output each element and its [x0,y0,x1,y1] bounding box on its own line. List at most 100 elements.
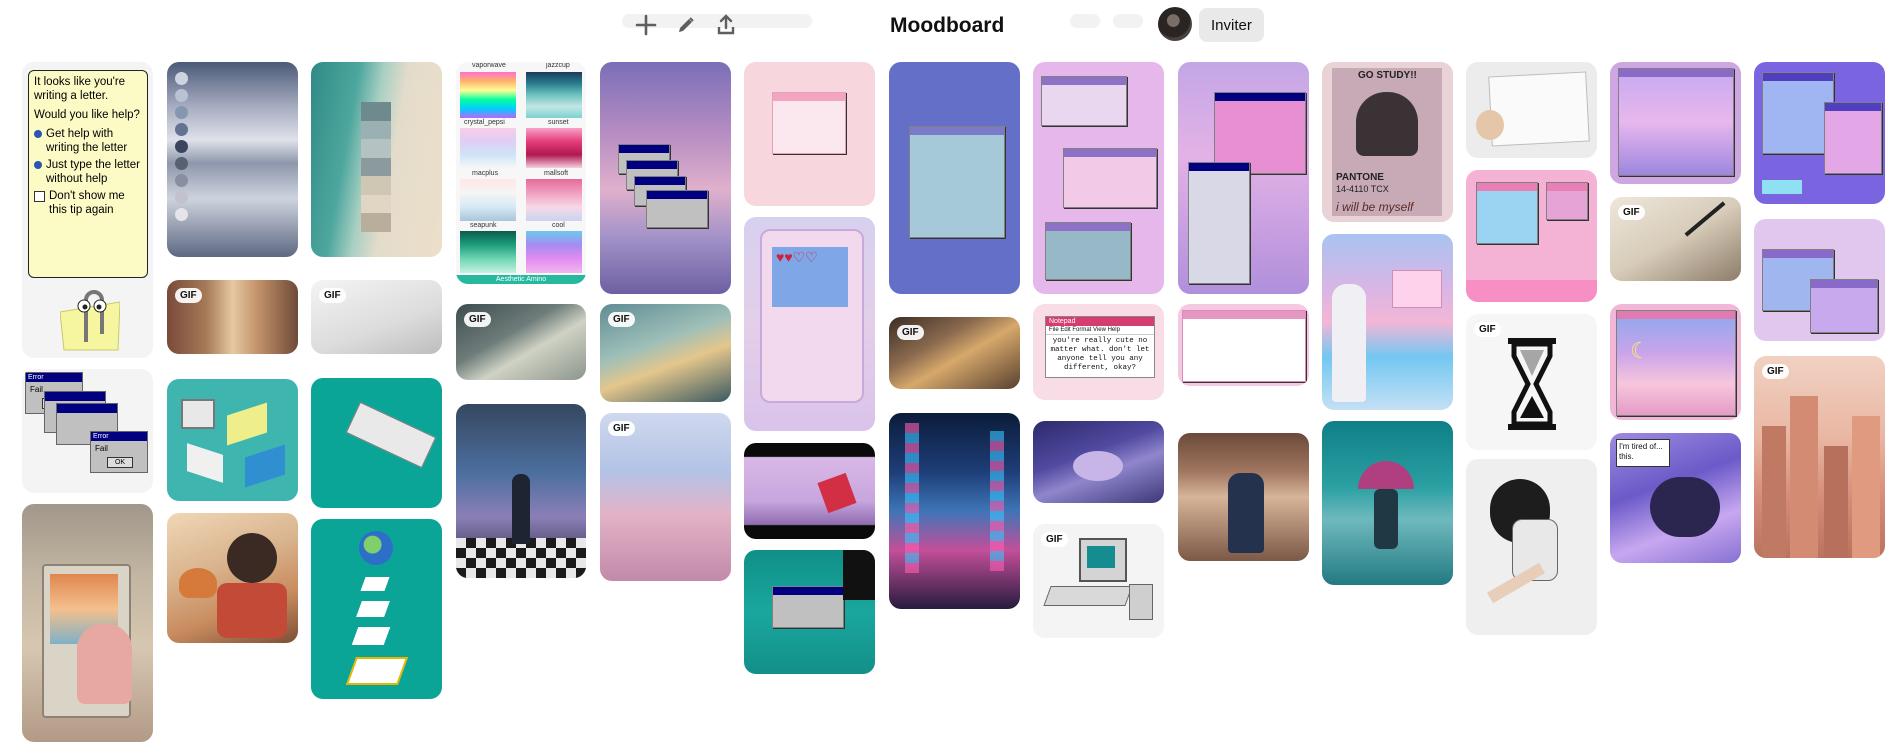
pin-pool-girl[interactable] [1322,234,1453,410]
pin-lofi-girl[interactable] [167,513,298,643]
umbrella-illustration [1358,461,1414,489]
pin-gif-retro-computer[interactable]: GIF [1033,524,1164,638]
hand-illustration [1476,110,1504,140]
pin-library-boy[interactable] [1178,433,1309,561]
computer-illustration [181,399,215,429]
pin-gif-reading-girl[interactable]: GIF [167,280,298,354]
figure [1650,477,1720,537]
pin-vending-machine[interactable] [22,504,153,742]
building [1790,396,1818,558]
pin-gif-city-sunset[interactable]: GIF [1754,356,1885,558]
board-title: Moodboard [890,14,1005,37]
pantone-caption: i will be myself [1336,200,1414,214]
bullet-icon [34,161,42,169]
invite-button[interactable]: Inviter [1199,8,1264,42]
pin-sunset-window[interactable]: GIF [1610,62,1741,184]
pin-sakura-windows[interactable] [1033,62,1164,294]
pantone-brand: PANTONE [1336,172,1384,183]
pin-gif-sleeping-desk[interactable]: GIF [600,304,731,402]
building [1762,426,1786,558]
building [1852,416,1880,558]
checkered-floor [456,538,586,578]
clippy-option: Get help with writing the letter [46,128,128,154]
retro-window [1824,102,1882,174]
avatar[interactable] [1158,7,1192,41]
pin-glitch-desktop[interactable] [744,550,875,674]
retro-window [909,126,1005,238]
palette-label: cool [552,222,565,229]
gif-badge: GIF [897,325,924,340]
gif-badge: GIF [608,312,635,327]
pin-pink-desktop-girl[interactable] [1466,170,1597,302]
pin-color-palettes[interactable]: vaporwave jazzcup crystal_pepsi sunset m… [456,62,586,284]
palette-label: seapunk [470,222,497,229]
pin-gif-writing[interactable]: GIF [311,280,442,354]
pin-clippy[interactable]: It looks like you're writing a letter. W… [22,62,153,358]
pin-start-button[interactable] [311,378,442,508]
retro-window [1618,68,1734,176]
clippy-speech-bubble: It looks like you're writing a letter. W… [28,70,148,278]
pin-tired-comic[interactable]: I'm tired of... this. [1610,433,1741,563]
pin-moon-clouds[interactable]: ☾ [1610,304,1741,420]
start-menu [1188,162,1250,284]
hourglass-icon [1508,338,1556,430]
pencil-icon[interactable] [671,10,701,40]
document-icon [360,577,390,591]
pin-globe-documents[interactable] [311,519,442,699]
pin-gif-laundry-alley[interactable]: GIF [600,413,731,581]
bookmark-illustration [817,472,857,514]
add-icon[interactable] [631,10,661,40]
pin-window-collage[interactable] [1754,219,1885,341]
pin-writing-letter[interactable] [1466,62,1597,158]
keyboard-illustration [1043,586,1133,606]
pin-retro-editor[interactable] [1178,304,1309,386]
notepad-menu: File Edit Format View Help [1046,326,1154,335]
pin-isometric-office[interactable] [167,379,298,501]
pin-anime-girl-sketch[interactable] [1466,459,1597,635]
pin-pink-window[interactable] [744,62,875,206]
pin-book-closeup[interactable] [744,443,875,539]
pin-sky-reflection[interactable] [167,62,298,257]
retro-window [1810,279,1878,333]
palette-swatch [526,231,582,273]
retro-window [1392,270,1442,308]
neon-signs [905,423,919,573]
pin-gif-desk-book[interactable]: GIF [456,304,586,380]
pin-rainy-window[interactable] [1033,421,1164,503]
pin-rain-umbrella[interactable] [1322,421,1453,585]
pin-statue-desktop[interactable] [1178,62,1309,294]
faded-tool-icon [1070,14,1100,28]
building [1824,446,1848,558]
retro-window [646,190,708,228]
pin-gif-hourglass[interactable]: GIF [1466,314,1597,450]
palette-swatch [460,72,516,118]
taskbar [1466,280,1597,302]
figure-head [227,533,277,583]
pin-gif-pen-writing[interactable]: GIF [1610,197,1741,281]
pin-aquarium-hallway[interactable] [456,404,586,578]
document-icon [351,627,391,645]
palette-label: crystal_pepsi [464,119,505,126]
pin-beach-palette[interactable] [311,62,442,257]
palette-label: jazzcup [546,62,570,69]
pantone-heading: GO STUDY!! [1358,70,1417,81]
pin-pantone-study[interactable]: GO STUDY!! PANTONE 14-4110 TCX i will be… [1322,62,1453,222]
board-toolbar: Moodboard Inviter [0,0,1894,52]
pin-neon-street[interactable] [889,413,1020,609]
pin-gameboy[interactable]: ♥♥♡♡ [744,217,875,431]
pin-gif-boy-thinking[interactable]: GIF [889,317,1020,389]
monitor-illustration [245,444,285,488]
globe-icon [359,531,393,565]
tower-illustration [1129,584,1153,620]
document-icon [356,601,390,617]
start-button-illustration [345,401,437,469]
pin-cloud-windows[interactable] [600,62,731,294]
pin-notepad[interactable]: Notepad File Edit Format View Help you'r… [1033,304,1164,400]
share-icon[interactable] [711,10,741,40]
pin-statue-window[interactable] [889,62,1020,294]
pin-anime-collage[interactable] [1754,62,1885,204]
clippy-intro: It looks like you're writing a letter. [34,76,126,102]
palette-label: macplus [472,170,499,177]
palette-footer: Aesthetic Amino [456,275,586,284]
pin-error-stack[interactable]: ErrorFailOK ErrorFailOK [22,369,153,493]
